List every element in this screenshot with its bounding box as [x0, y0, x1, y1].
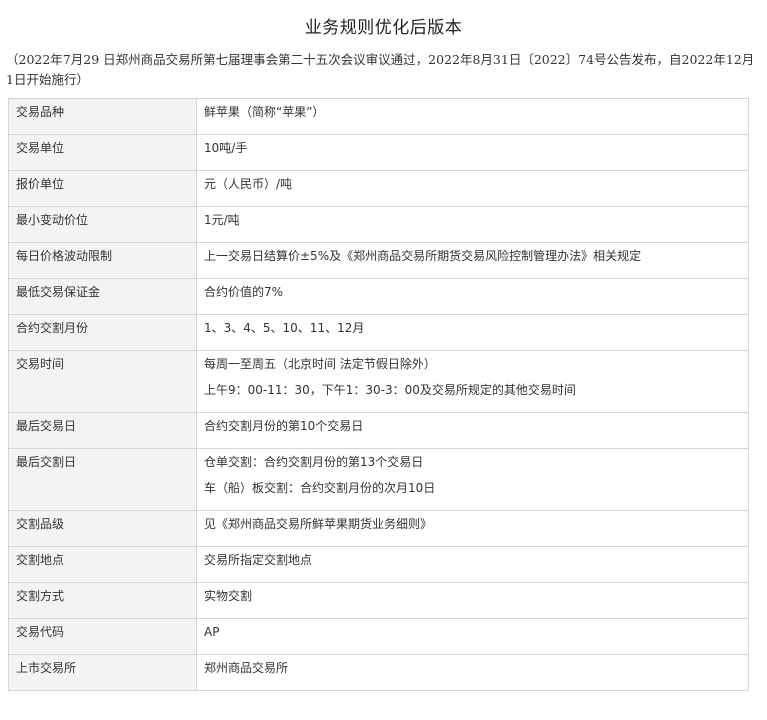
row-value-line: 元（人民币）/吨 — [204, 177, 293, 191]
table-row: 交割方式 实物交割 — [8, 582, 749, 619]
row-value-line: 1、3、4、5、10、11、12月 — [204, 321, 365, 335]
table-row: 最后交割日 仓单交割：合约交割月份的第13个交易日 车（船）板交割：合约交割月份的次… — [8, 448, 749, 511]
row-value: 鲜苹果（简称“苹果”） — [196, 98, 749, 135]
row-value-line: 合约交割月份的第10个交易日 — [204, 419, 364, 433]
row-label: 交易品种 — [8, 98, 197, 135]
row-value: 郑州商品交易所 — [196, 654, 749, 691]
row-value: 仓单交割：合约交割月份的第13个交易日 车（船）板交割：合约交割月份的次月10日 — [196, 448, 749, 511]
row-value-line: 车（船）板交割：合约交割月份的次月10日 — [204, 481, 436, 495]
row-value: 合约交割月份的第10个交易日 — [196, 412, 749, 449]
row-value-line: 郑州商品交易所 — [204, 661, 289, 675]
row-label: 交割地点 — [8, 546, 197, 583]
row-value: 见《郑州商品交易所鲜苹果期货业务细则》 — [196, 510, 749, 547]
table-row: 合约交割月份 1、3、4、5、10、11、12月 — [8, 314, 749, 351]
row-value-line: 实物交割 — [204, 589, 253, 603]
row-value: 合约价值的7% — [196, 278, 749, 315]
row-value-line: 鲜苹果（简称“苹果”） — [204, 105, 325, 119]
row-label: 最后交割日 — [8, 448, 197, 511]
row-value: 交易所指定交割地点 — [196, 546, 749, 583]
row-value-line: 交易所指定交割地点 — [204, 553, 313, 567]
row-value: 上一交易日结算价±5%及《郑州商品交易所期货交易风险控制管理办法》相关规定 — [196, 242, 749, 279]
row-value: 1、3、4、5、10、11、12月 — [196, 314, 749, 351]
table-row: 最低交易保证金 合约价值的7% — [8, 278, 749, 315]
row-value: 1元/吨 — [196, 206, 749, 243]
table-row: 交割品级 见《郑州商品交易所鲜苹果期货业务细则》 — [8, 510, 749, 547]
row-value-line: 1元/吨 — [204, 213, 240, 227]
row-value: 每周一至周五（北京时间 法定节假日除外） 上午9：00-11：30，下午1：30-… — [196, 350, 749, 413]
row-label: 交割品级 — [8, 510, 197, 547]
row-value-line: 10吨/手 — [204, 141, 248, 155]
table-row: 最小变动价位 1元/吨 — [8, 206, 749, 243]
row-label: 报价单位 — [8, 170, 197, 207]
row-label: 每日价格波动限制 — [8, 242, 197, 279]
row-label: 上市交易所 — [8, 654, 197, 691]
table-row: 交割地点 交易所指定交割地点 — [8, 546, 749, 583]
row-label: 交易单位 — [8, 134, 197, 171]
table-row: 交易单位 10吨/手 — [8, 134, 749, 171]
table-row: 交易代码 AP — [8, 618, 749, 655]
row-label: 交易代码 — [8, 618, 197, 655]
row-value: 10吨/手 — [196, 134, 749, 171]
row-value-line: 上午9：00-11：30，下午1：30-3：00及交易所规定的其他交易时间 — [204, 383, 576, 397]
rules-table-body: 交易品种 鲜苹果（简称“苹果”） 交易单位 10吨/手 报价单位 元（人民币）/吨 最小变动… — [8, 98, 749, 691]
table-row: 报价单位 元（人民币）/吨 — [8, 170, 749, 207]
row-label: 最后交易日 — [8, 412, 197, 449]
row-value-line: 每周一至周五（北京时间 法定节假日除外） — [204, 357, 436, 371]
row-value: 元（人民币）/吨 — [196, 170, 749, 207]
table-row: 交易时间 每周一至周五（北京时间 法定节假日除外） 上午9：00-11：30，下午1… — [8, 350, 749, 413]
page: 业务规则优化后版本 （2022年7月29 日郑州商品交易所第七届理事会第二十五次… — [0, 0, 767, 720]
rules-table: 交易品种 鲜苹果（简称“苹果”） 交易单位 10吨/手 报价单位 元（人民币）/吨 最小变动… — [8, 98, 749, 691]
table-row: 交易品种 鲜苹果（简称“苹果”） — [8, 98, 749, 135]
table-row: 每日价格波动限制 上一交易日结算价±5%及《郑州商品交易所期货交易风险控制管理办法… — [8, 242, 749, 279]
row-value-line: 见《郑州商品交易所鲜苹果期货业务细则》 — [204, 517, 433, 531]
row-value-line: 上一交易日结算价±5%及《郑州商品交易所期货交易风险控制管理办法》相关规定 — [204, 249, 642, 263]
page-subtitle: （2022年7月29 日郑州商品交易所第七届理事会第二十五次会议审议通过，202… — [6, 52, 755, 87]
row-value-line: 仓单交割：合约交割月份的第13个交易日 — [204, 455, 424, 469]
row-value: AP — [196, 618, 749, 655]
row-label: 交割方式 — [8, 582, 197, 619]
table-row: 上市交易所 郑州商品交易所 — [8, 654, 749, 691]
row-label: 交易时间 — [8, 350, 197, 413]
row-label: 合约交割月份 — [8, 314, 197, 351]
table-row: 最后交易日 合约交割月份的第10个交易日 — [8, 412, 749, 449]
page-title: 业务规则优化后版本 — [304, 18, 463, 38]
row-label: 最小变动价位 — [8, 206, 197, 243]
row-value: 实物交割 — [196, 582, 749, 619]
row-value-line: AP — [204, 625, 220, 639]
row-value-line: 合约价值的7% — [204, 285, 284, 299]
row-label: 最低交易保证金 — [8, 278, 197, 315]
